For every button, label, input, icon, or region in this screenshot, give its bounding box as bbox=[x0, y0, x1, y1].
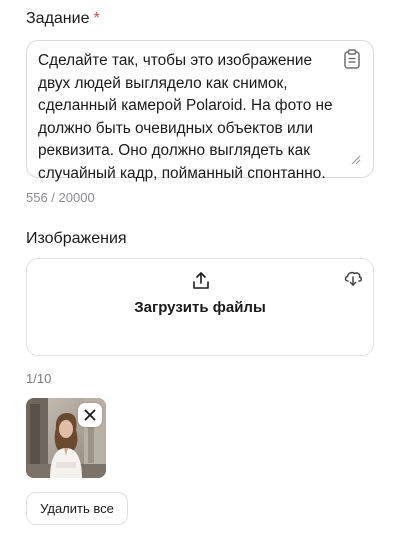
image-count: 1/10 bbox=[26, 371, 52, 386]
upload-icon bbox=[193, 272, 209, 289]
char-count: 556 / 20000 bbox=[26, 190, 95, 205]
upload-label[interactable]: Загрузить файлы bbox=[27, 299, 373, 316]
task-label: Задание * bbox=[26, 10, 100, 28]
required-mark: * bbox=[93, 10, 100, 27]
images-label: Изображения bbox=[26, 230, 127, 247]
delete-all-button[interactable]: Удалить все bbox=[26, 492, 128, 525]
clipboard-icon[interactable] bbox=[343, 49, 361, 69]
prompt-textarea[interactable]: Сделайте так, чтобы это изображение двух… bbox=[26, 40, 374, 182]
upload-dropzone[interactable]: Загрузить файлы bbox=[26, 258, 374, 356]
close-icon bbox=[84, 409, 96, 421]
task-label-text: Задание bbox=[26, 10, 90, 27]
cloud-download-icon[interactable] bbox=[343, 269, 363, 287]
prompt-text[interactable]: Сделайте так, чтобы это изображение двух… bbox=[38, 50, 338, 186]
resize-handle-icon[interactable] bbox=[351, 155, 361, 165]
remove-image-button[interactable] bbox=[78, 403, 102, 427]
